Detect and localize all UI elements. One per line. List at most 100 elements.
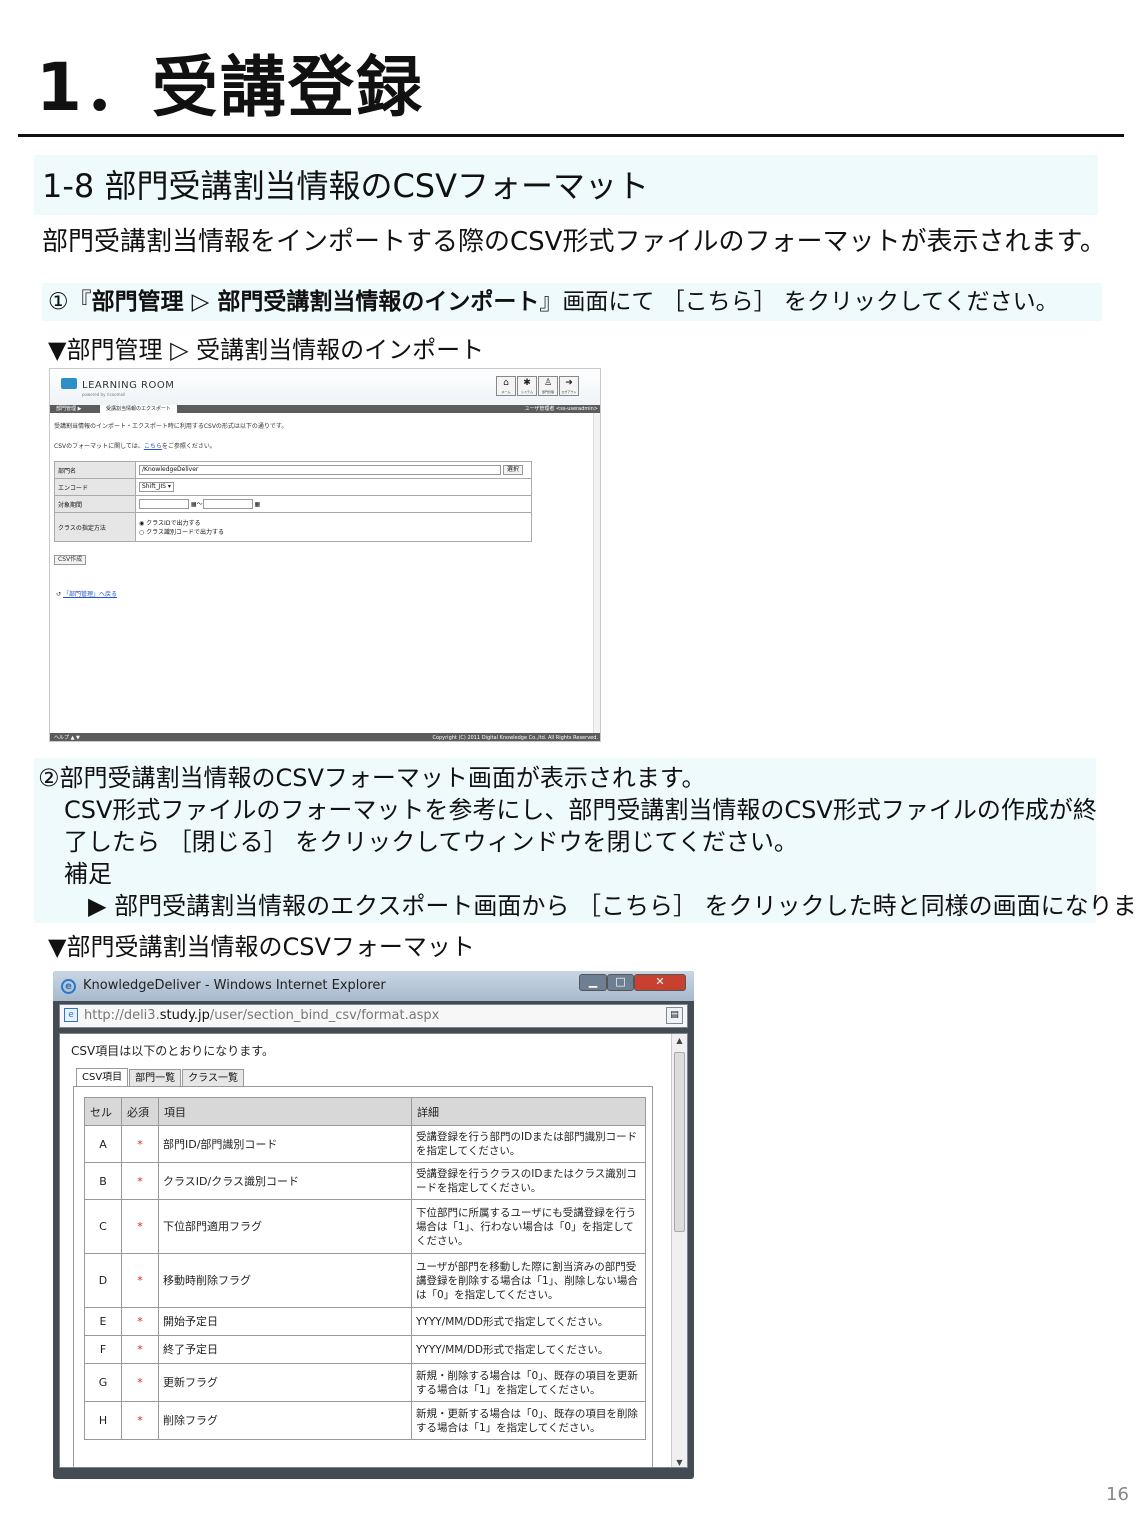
row-detail: 受講登録を行う部門のIDまたは部門識別コードを指定してください。	[411, 1125, 646, 1163]
row-item: 下位部門適用フラグ	[158, 1199, 412, 1254]
encode-value: Shift_JIS	[142, 483, 166, 490]
page-number: 16	[1106, 1484, 1129, 1505]
dept-label: 部門名	[54, 461, 136, 479]
period-cell: ▦〜 ▦	[135, 495, 532, 513]
page-scrollbar[interactable]	[593, 413, 600, 733]
back-link-row: ↺ 「部門管理」へ戻る	[56, 589, 117, 598]
scroll-thumb[interactable]	[674, 1052, 685, 1232]
compatibility-view-icon[interactable]: ▤	[666, 1007, 683, 1024]
logout-icon: ➜	[565, 378, 573, 388]
table-row: D * 移動時削除フラグ ユーザが部門を移動した際に割当済みの部門受講登録を削除する場…	[84, 1253, 646, 1308]
csv-create-button[interactable]: CSV作成	[54, 555, 87, 565]
department-admin-button[interactable]: ♙ 部門管理	[538, 376, 558, 396]
radio-class-id-label: クラスIDで出力する	[146, 520, 201, 527]
calendar-icon[interactable]: ▦	[255, 501, 261, 508]
table-row: B * クラスID/クラス識別コード 受講登録を行うクラスのIDまたはクラス識別コード…	[84, 1162, 646, 1200]
step2-line1: ②部門受講割当情報のCSVフォーマット画面が表示されます。	[38, 764, 706, 792]
tab-export[interactable]: 受講割当情報のエクスポート	[100, 405, 177, 413]
url-text[interactable]: http://deli3.study.jp/user/section_bind_…	[84, 1008, 439, 1023]
format-note: CSVのフォーマットに関しては、こちらをご参照ください。	[54, 441, 216, 450]
logout-button[interactable]: ➜ ログアウト	[559, 376, 579, 396]
chevron-down-icon: ▾	[167, 483, 171, 490]
copyright-text: Copyright (C) 2011 Digital Knowledge Co.…	[432, 735, 598, 741]
scroll-down-icon[interactable]: ▼	[672, 1458, 687, 1467]
radio-class-id[interactable]: ◉ クラスIDで出力する	[139, 518, 528, 527]
tab-csv-items[interactable]: CSV項目	[76, 1068, 129, 1087]
scroll-up-icon[interactable]: ▲	[672, 1036, 687, 1045]
encode-label: エンコード	[54, 478, 136, 496]
row-item: クラスID/クラス識別コード	[158, 1162, 412, 1200]
supplement-label: 補足	[64, 860, 112, 888]
row-req: *	[121, 1307, 159, 1336]
system-button[interactable]: ✱ システム	[517, 376, 537, 396]
radio-class-code[interactable]: ○ クラス識別コードで出力する	[139, 527, 528, 536]
app-footer: ヘルプ ▲ ▼ Copyright (C) 2011 Digital Knowl…	[50, 733, 600, 741]
section-heading: 1-8 部門受講割当情報のCSVフォーマット	[42, 167, 649, 205]
help-link[interactable]: ヘルプ ▲ ▼	[54, 733, 80, 741]
row-detail: YYYY/MM/DD形式で指定してください。	[411, 1307, 646, 1336]
row-detail: ユーザが部門を移動した際に割当済みの部門受講登録を削除する場合は「1」、削除しな…	[411, 1253, 646, 1308]
class-method-cell: ◉ クラスIDで出力する ○ クラス識別コードで出力する	[135, 512, 532, 542]
department-button-label: 部門管理	[541, 390, 554, 394]
table-row: H * 削除フラグ 新規・更新する場合は「0」、既存の項目を削除する場合は「1」を指定…	[84, 1401, 646, 1440]
close-button[interactable]: ✕	[634, 974, 686, 991]
back-to-department-link[interactable]: 「部門管理」へ戻る	[63, 591, 117, 598]
internet-explorer-icon: e	[61, 979, 76, 994]
home-button-label: ホーム	[501, 390, 511, 394]
csv-tabs: CSV項目 部門一覧 クラス一覧	[76, 1068, 245, 1087]
tab-class-list[interactable]: クラス一覧	[182, 1069, 244, 1087]
header-cell: セル	[84, 1097, 122, 1126]
row-cell: A	[84, 1125, 122, 1163]
row-item: 移動時削除フラグ	[158, 1253, 412, 1308]
here-link[interactable]: こちら	[144, 443, 162, 450]
row-detail: YYYY/MM/DD形式で指定してください。	[411, 1335, 646, 1364]
url-domain: study.jp	[159, 1008, 210, 1023]
breadcrumb-bar: 部門管理 ▶ 受講割当情報のエクスポート ユーザ管理者 <ss-useradmi…	[50, 405, 600, 413]
radio-selected-icon: ◉	[139, 520, 145, 527]
row-req: *	[121, 1363, 159, 1402]
row-item: 削除フラグ	[158, 1401, 412, 1440]
row-item: 更新フラグ	[158, 1363, 412, 1402]
encode-cell: Shift_JIS ▾	[135, 478, 532, 496]
breadcrumb-department[interactable]: 部門管理 ▶	[56, 405, 81, 413]
row-detail: 新規・更新する場合は「0」、既存の項目を削除する場合は「1」を指定してください。	[411, 1401, 646, 1440]
home-icon: ⌂	[503, 378, 509, 388]
radio-empty-icon: ○	[139, 529, 145, 536]
encode-select[interactable]: Shift_JIS ▾	[139, 482, 174, 492]
page-icon: e	[64, 1008, 78, 1022]
row-cell: H	[84, 1401, 122, 1440]
dept-name-field[interactable]: /KnowledgeDeliver	[139, 464, 501, 475]
department-icon: ♙	[543, 378, 553, 388]
lead-text: 部門受講割当情報をインポートする際のCSV形式ファイルのフォーマットが表示されま…	[42, 227, 1106, 257]
maximize-button[interactable]: □	[607, 974, 634, 991]
url-prefix: http://deli3.	[84, 1008, 160, 1023]
csv-format-window: e KnowledgeDeliver - Windows Internet Ex…	[53, 971, 694, 1479]
minimize-button[interactable]: ▁	[579, 974, 607, 991]
csv-intro-text: CSV項目は以下のとおりになります。	[71, 1044, 275, 1058]
row-detail: 新規・削除する場合は「0」、既存の項目を更新する場合は「1」を指定してください。	[411, 1363, 646, 1402]
current-user: ユーザ管理者 <ss-useradmin>	[524, 406, 598, 412]
row-req: *	[121, 1253, 159, 1308]
tab-department-list[interactable]: 部門一覧	[129, 1069, 182, 1087]
minimize-icon: ▁	[588, 975, 598, 988]
dept-cell: /KnowledgeDeliver 選択	[135, 461, 532, 479]
url-path: /user/section_bind_csv/format.aspx	[209, 1008, 440, 1023]
header-detail: 詳細	[411, 1097, 646, 1126]
period-start-field[interactable]	[139, 499, 189, 510]
row-cell: C	[84, 1199, 122, 1254]
window-titlebar[interactable]: e KnowledgeDeliver - Windows Internet Ex…	[53, 971, 694, 1001]
back-arrow-icon: ↺	[56, 591, 62, 598]
vertical-scrollbar[interactable]: ▲ ▼	[671, 1034, 687, 1467]
home-button[interactable]: ⌂ ホーム	[496, 376, 516, 396]
table-row: F * 終了予定日 YYYY/MM/DD形式で指定してください。	[84, 1335, 646, 1364]
window-title: KnowledgeDeliver - Windows Internet Expl…	[83, 978, 386, 993]
row-cell: G	[84, 1363, 122, 1402]
row-req: *	[121, 1335, 159, 1364]
period-end-field[interactable]	[202, 499, 253, 510]
step1-menu-path: 部門管理 ▷ 部門受講割当情報のインポート	[91, 289, 540, 315]
select-department-button[interactable]: 選択	[502, 465, 523, 476]
address-bar[interactable]: e http://deli3.study.jp/user/section_bin…	[59, 1004, 688, 1028]
row-cell: E	[84, 1307, 122, 1336]
header-item: 項目	[158, 1097, 412, 1126]
system-icon: ✱	[523, 378, 531, 388]
